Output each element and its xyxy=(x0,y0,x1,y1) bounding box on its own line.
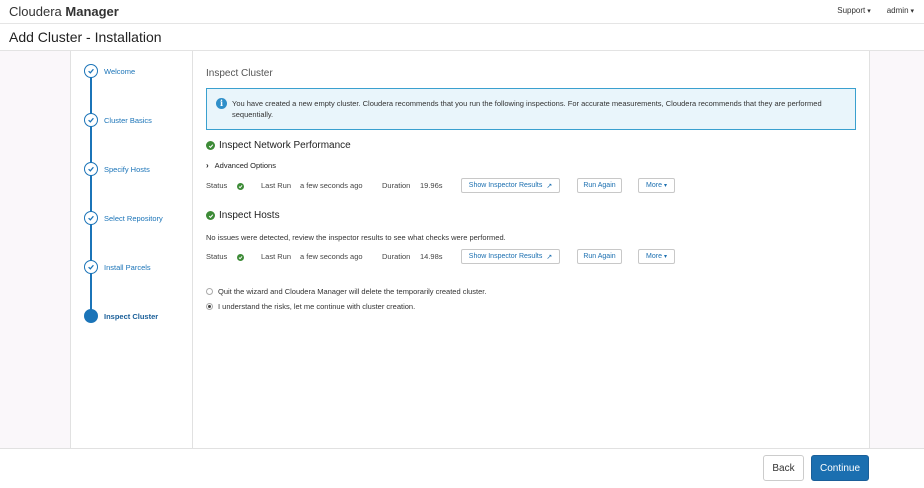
support-menu[interactable]: Support xyxy=(837,6,871,15)
network-status-row: Status Last Run a few seconds ago Durati… xyxy=(206,178,856,194)
step-label: Specify Hosts xyxy=(104,164,150,174)
continue-radio[interactable] xyxy=(206,303,213,310)
current-step-icon xyxy=(84,309,98,323)
check-icon xyxy=(84,260,98,274)
check-icon xyxy=(84,162,98,176)
advanced-options-toggle[interactable]: › Advanced Options xyxy=(206,161,276,170)
option-quit[interactable]: Quit the wizard and Cloudera Manager wil… xyxy=(206,287,486,296)
status-label: Status xyxy=(206,181,228,190)
brand-logo[interactable]: Cloudera Manager xyxy=(9,4,119,19)
advanced-options-label: Advanced Options xyxy=(214,161,276,170)
button-label: More xyxy=(646,182,662,189)
external-link-icon: ↗ xyxy=(546,253,553,261)
duration-label: Duration xyxy=(382,252,411,261)
last-run-label: Last Run xyxy=(261,252,292,261)
more-dropdown-button[interactable]: More ▾ xyxy=(638,178,675,193)
left-gutter xyxy=(0,51,71,448)
step-specify-hosts[interactable]: Specify Hosts xyxy=(84,161,150,177)
duration-label: Duration xyxy=(382,181,411,190)
show-inspector-results-button[interactable]: Show Inspector Results ↗ xyxy=(461,178,560,193)
user-menu[interactable]: admin xyxy=(887,6,914,15)
show-inspector-results-button[interactable]: Show Inspector Results ↗ xyxy=(461,249,560,264)
page-title: Add Cluster - Installation xyxy=(9,29,162,45)
info-text: You have created a new empty cluster. Cl… xyxy=(232,99,822,119)
option-label: I understand the risks, let me continue … xyxy=(218,302,416,311)
hosts-check-heading: Inspect Hosts xyxy=(206,210,280,221)
button-label: Show Inspector Results xyxy=(468,182,543,189)
right-gutter xyxy=(869,51,924,448)
quit-radio[interactable] xyxy=(206,288,213,295)
top-nav-right: Support admin xyxy=(837,6,914,15)
status-ok-icon xyxy=(237,182,244,191)
hosts-status-row: Status Last Run a few seconds ago Durati… xyxy=(206,249,856,265)
network-check-title: Inspect Network Performance xyxy=(219,140,351,151)
more-dropdown-button[interactable]: More ▾ xyxy=(638,249,675,264)
last-run-value: a few seconds ago xyxy=(300,252,363,261)
brand-name-part2: Manager xyxy=(65,4,119,19)
info-alert: i You have created a new empty cluster. … xyxy=(206,88,856,130)
last-run-value: a few seconds ago xyxy=(300,181,363,190)
check-icon xyxy=(84,211,98,225)
wizard-steps: Welcome Cluster Basics Specify Hosts Sel… xyxy=(72,51,193,448)
step-install-parcels[interactable]: Install Parcels xyxy=(84,259,151,275)
step-select-repository[interactable]: Select Repository xyxy=(84,210,163,226)
info-icon: i xyxy=(216,98,227,109)
external-link-icon: ↗ xyxy=(546,182,553,190)
chevron-right-icon: › xyxy=(206,161,209,170)
button-label: More xyxy=(646,253,662,260)
last-run-label: Last Run xyxy=(261,181,292,190)
step-label: Welcome xyxy=(104,66,136,76)
success-check-icon xyxy=(206,211,215,220)
caret-down-icon: ▾ xyxy=(663,254,667,260)
back-button[interactable]: Back xyxy=(763,455,804,481)
check-icon xyxy=(84,113,98,127)
duration-value: 19.96s xyxy=(420,181,443,190)
top-navbar: Cloudera Manager Support admin xyxy=(0,0,924,24)
steps-track xyxy=(90,71,92,317)
run-again-button[interactable]: Run Again xyxy=(577,178,622,193)
step-label: Inspect Cluster xyxy=(104,311,159,321)
button-label: Show Inspector Results xyxy=(468,253,543,260)
step-inspect-cluster[interactable]: Inspect Cluster xyxy=(84,308,158,324)
caret-down-icon: ▾ xyxy=(663,183,667,189)
step-label: Cluster Basics xyxy=(104,115,152,125)
hosts-check-title: Inspect Hosts xyxy=(219,210,280,221)
run-again-button[interactable]: Run Again xyxy=(577,249,622,264)
status-ok-icon xyxy=(237,253,244,262)
section-title: Inspect Cluster xyxy=(206,68,273,79)
duration-value: 14.98s xyxy=(420,252,443,261)
status-label: Status xyxy=(206,252,228,261)
step-cluster-basics[interactable]: Cluster Basics xyxy=(84,112,152,128)
check-icon xyxy=(84,64,98,78)
step-welcome[interactable]: Welcome xyxy=(84,63,135,79)
step-label: Select Repository xyxy=(104,213,163,223)
main-content: Inspect Cluster i You have created a new… xyxy=(193,51,869,448)
hosts-check-message: No issues were detected, review the insp… xyxy=(206,233,506,242)
brand-name-part1: Cloudera xyxy=(9,4,62,19)
success-check-icon xyxy=(206,141,215,150)
option-continue[interactable]: I understand the risks, let me continue … xyxy=(206,302,415,311)
continue-button[interactable]: Continue xyxy=(811,455,869,481)
wizard-footer: Back Continue xyxy=(0,448,924,488)
step-label: Install Parcels xyxy=(104,262,151,272)
network-check-heading: Inspect Network Performance xyxy=(206,140,351,151)
option-label: Quit the wizard and Cloudera Manager wil… xyxy=(218,287,487,296)
